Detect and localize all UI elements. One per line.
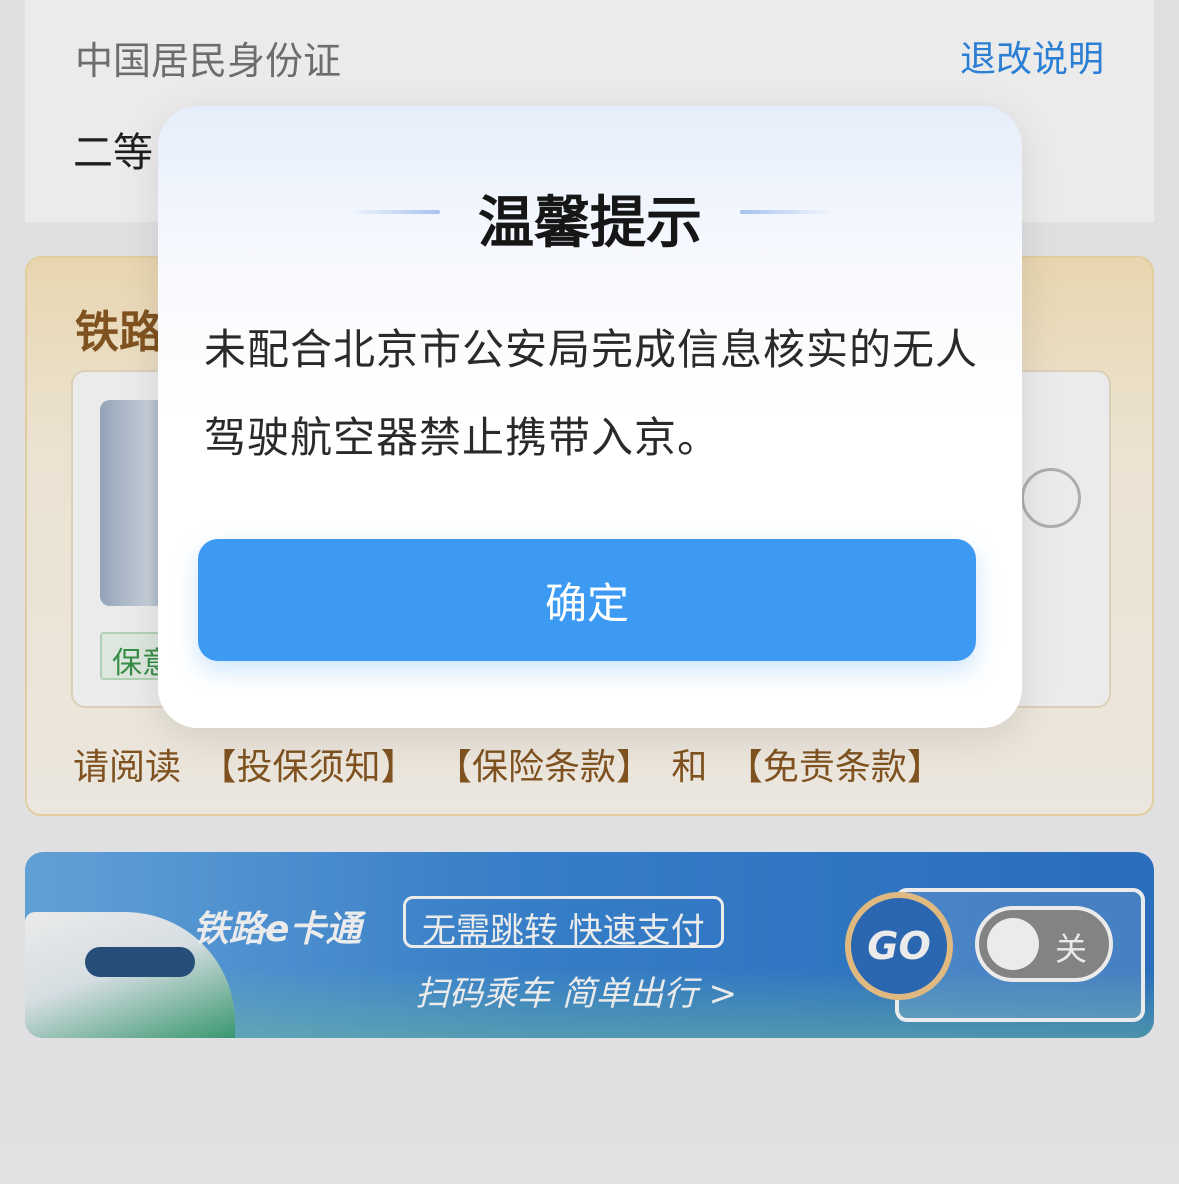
dialog-title-row: 温馨提示	[158, 178, 1022, 256]
confirm-button[interactable]: 确定	[198, 539, 976, 661]
dialog-title: 温馨提示	[478, 191, 702, 256]
title-decor-right	[740, 210, 832, 214]
warm-tip-dialog: 温馨提示 未配合北京市公安局完成信息核实的无人驾驶航空器禁止携带入京。 确定	[158, 106, 1022, 728]
confirm-button-label: 确定	[544, 578, 629, 628]
page-root: 中国居民身份证 退改说明 二等 铁路 保意 请阅读 【投保须知】 【保险条款】 …	[0, 0, 1179, 1184]
dialog-message: 未配合北京市公安局完成信息核实的无人驾驶航空器禁止携带入京。	[204, 325, 979, 462]
